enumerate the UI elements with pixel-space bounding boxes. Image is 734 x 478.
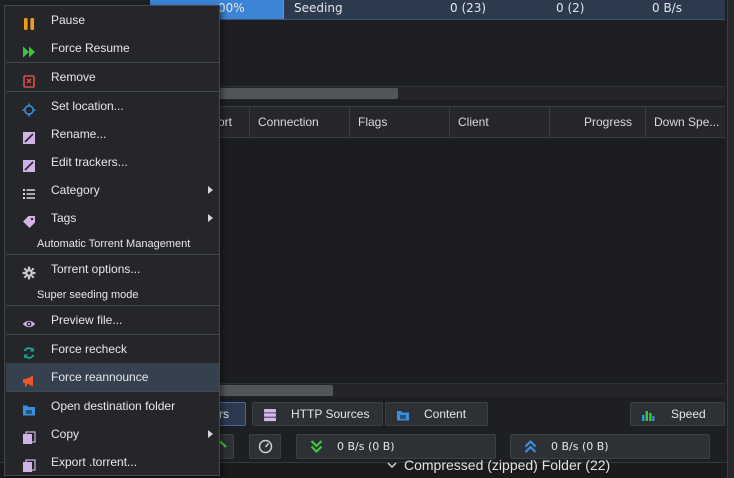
menu-item-edit-trackers[interactable]: Edit trackers... [6, 148, 219, 176]
menu-item-force-reannounce[interactable]: Force reannounce [6, 363, 219, 391]
submenu-arrow-icon [208, 186, 213, 194]
tab-content[interactable]: Content [385, 402, 488, 426]
folder-icon [396, 407, 410, 421]
menu-item-category[interactable]: Category [6, 176, 219, 204]
menu-item-automatic-torrent-management[interactable]: Automatic Torrent Management [6, 233, 219, 255]
menu-item-copy[interactable]: Copy [6, 420, 219, 448]
list-icon [22, 183, 36, 199]
tab-speed-label: Speed [671, 407, 706, 421]
torrent-context-menu: Pause Force Resume Remove Set location..… [4, 5, 220, 476]
submenu-arrow-icon [208, 430, 213, 438]
menu-item-label: Open destination folder [51, 399, 176, 413]
speedometer-icon [258, 439, 273, 454]
upload-arrows-icon [523, 439, 538, 454]
tab-speed[interactable]: Speed [630, 402, 725, 426]
menu-item-label: Remove [51, 70, 96, 84]
folder-icon [22, 399, 36, 416]
transfer-list-hscrollbar-thumb[interactable] [218, 88, 398, 99]
peers-table-body [150, 138, 725, 383]
column-flags[interactable]: Flags [350, 106, 450, 138]
torrent-seeds: 0 (23) [450, 1, 487, 15]
upload-speed-value: 0 B/s (0 B) [551, 440, 609, 453]
background-explorer-item-label: Compressed (zipped) Folder (22) [404, 457, 611, 473]
alt-speed-toggle[interactable] [249, 434, 281, 459]
menu-item-preview-file[interactable]: Preview file... [6, 306, 219, 334]
trash-icon [22, 70, 36, 88]
download-arrows-icon [309, 439, 324, 454]
torrent-peers: 0 (2) [556, 1, 585, 15]
rename-icon [22, 127, 36, 144]
download-speed-status[interactable]: 0 B/s (0 B) [296, 434, 496, 459]
menu-item-remove[interactable]: Remove [6, 63, 219, 91]
menu-item-set-location[interactable]: Set location... [6, 92, 219, 120]
tab-http-sources[interactable]: HTTP Sources [252, 402, 383, 426]
column-connection[interactable]: Connection [250, 106, 350, 138]
export-icon [22, 455, 36, 472]
menu-item-label: Copy [51, 427, 80, 441]
menu-item-label: Torrent options... [51, 262, 141, 276]
menu-item-label: Rename... [51, 127, 107, 141]
server-icon [263, 407, 277, 422]
megaphone-icon [22, 370, 36, 387]
location-icon [22, 99, 36, 117]
menu-item-open-destination-folder[interactable]: Open destination folder [6, 392, 219, 420]
pause-icon [22, 13, 36, 30]
refresh-icon [22, 342, 36, 359]
submenu-arrow-icon [208, 214, 213, 222]
gear-icon [22, 262, 36, 280]
menu-item-label: Set location... [51, 99, 124, 113]
tab-http-sources-label: HTTP Sources [291, 407, 370, 421]
peers-hscrollbar-thumb[interactable] [218, 385, 333, 396]
column-down-speed[interactable]: Down Spe... [646, 106, 725, 138]
speed-chart-icon [641, 407, 655, 421]
menu-item-rename[interactable]: Rename... [6, 120, 219, 148]
edit-trackers-icon [22, 155, 36, 172]
menu-item-tags[interactable]: Tags [6, 204, 219, 232]
menu-item-label: Preview file... [51, 313, 123, 327]
column-progress[interactable]: Progress [550, 106, 646, 138]
menu-item-pause[interactable]: Pause [6, 6, 219, 34]
download-speed-value: 0 B/s (0 B) [337, 440, 395, 453]
menu-item-super-seeding-mode[interactable]: Super seeding mode [6, 284, 219, 306]
menu-item-export-torrent[interactable]: Export .torrent... [6, 448, 219, 476]
tab-content-label: Content [424, 407, 467, 421]
menu-item-label: Export .torrent... [51, 455, 138, 469]
torrent-progress-text: 00% [218, 1, 245, 15]
menu-item-torrent-options[interactable]: Torrent options... [6, 255, 219, 283]
tag-icon [22, 211, 36, 228]
menu-item-label: Category [51, 183, 100, 197]
window-right-border [727, 0, 734, 478]
column-client[interactable]: Client [450, 106, 550, 138]
menu-item-label: Force Resume [51, 41, 130, 55]
upload-speed-status[interactable]: 0 B/s (0 B) [510, 434, 710, 459]
menu-item-label: Force reannounce [51, 370, 149, 384]
menu-item-force-recheck[interactable]: Force recheck [6, 335, 219, 363]
background-explorer-item: Compressed (zipped) Folder (22) [386, 457, 610, 475]
copy-icon [22, 427, 36, 444]
menu-item-force-resume[interactable]: Force Resume [6, 34, 219, 62]
force-resume-icon [22, 41, 36, 58]
torrent-status: Seeding [294, 1, 343, 15]
menu-item-label: Edit trackers... [51, 155, 128, 169]
chevron-down-icon [386, 458, 398, 470]
menu-item-label: Tags [51, 211, 77, 225]
torrent-upload-speed: 0 B/s [652, 1, 682, 15]
eye-icon [22, 313, 36, 328]
menu-item-label: Pause [51, 13, 86, 27]
menu-item-label: Force recheck [51, 342, 128, 356]
tab-peers-label: rs [219, 407, 229, 421]
